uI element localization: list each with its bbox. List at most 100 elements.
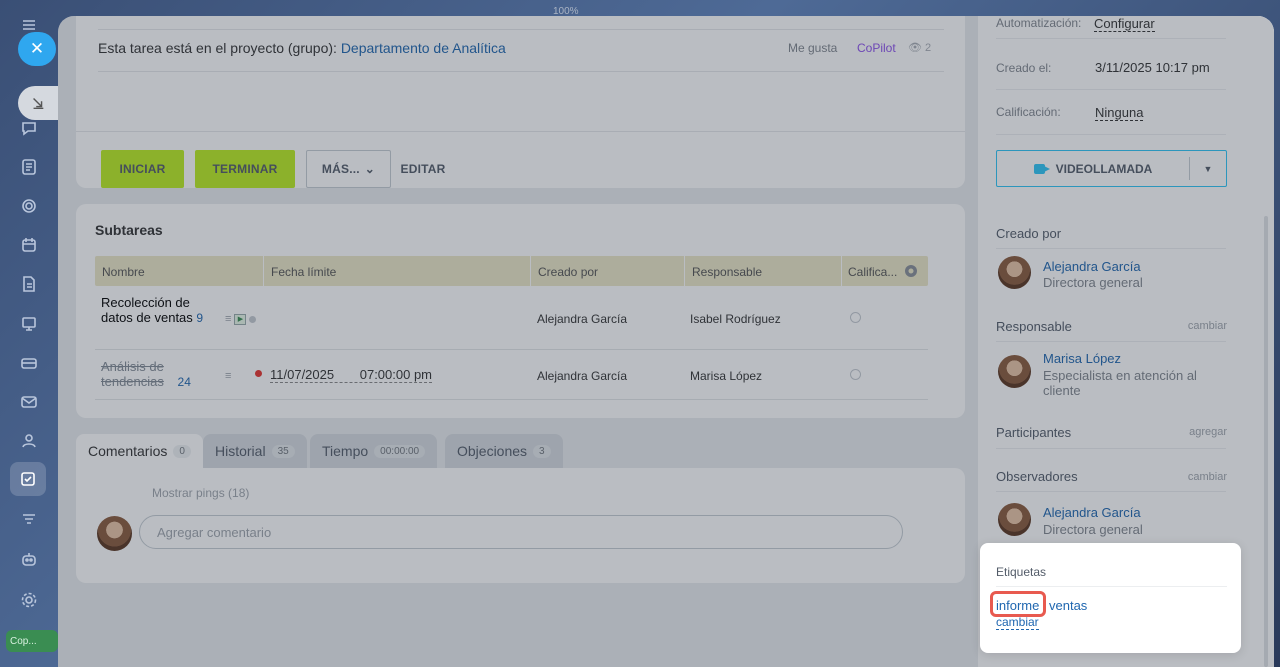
- tab-label: Historial: [215, 443, 266, 459]
- subtask-name[interactable]: Análisis de tendencias 24: [101, 359, 211, 390]
- menu-icon[interactable]: ≡: [225, 313, 231, 325]
- column-header-creator[interactable]: Creado por: [538, 265, 598, 279]
- automation-icon[interactable]: [18, 548, 40, 570]
- crm-icon[interactable]: [18, 509, 40, 531]
- tab-label: Tiempo: [322, 443, 369, 459]
- subtask-name-text: Recolección de datos de ventas: [101, 295, 193, 325]
- created-by-title: Creado por: [996, 226, 1062, 241]
- column-header-deadline[interactable]: Fecha límite: [271, 265, 336, 279]
- tasks-icon[interactable]: [10, 462, 46, 496]
- show-pings-link[interactable]: Mostrar pings (18): [152, 486, 249, 500]
- video-call-main[interactable]: VIDEOLLAMADA: [997, 162, 1189, 176]
- drive-icon[interactable]: [18, 352, 40, 374]
- copilot-button[interactable]: CoPilot: [857, 41, 896, 55]
- created-by-name[interactable]: Alejandra García: [1043, 259, 1141, 274]
- column-divider: [684, 256, 685, 286]
- column-divider: [841, 256, 842, 286]
- minimize-slider-button[interactable]: [18, 86, 58, 120]
- column-header-name[interactable]: Nombre: [102, 265, 145, 279]
- more-button[interactable]: MÁS... ⌄: [306, 150, 391, 188]
- automation-link[interactable]: Configurar: [1094, 16, 1155, 32]
- subtask-count[interactable]: 9: [196, 311, 203, 325]
- copilot-chip-label: Cop...: [10, 635, 37, 647]
- responsible-role: Especialista en atención al cliente: [1043, 368, 1197, 398]
- tab-comments[interactable]: Comentarios 0: [76, 434, 203, 468]
- responsible-change-link[interactable]: cambiar: [1178, 320, 1227, 332]
- close-slider-button[interactable]: ✕: [18, 32, 56, 66]
- divider: [76, 131, 965, 132]
- rating-value[interactable]: Ninguna: [1095, 105, 1144, 121]
- menu-icon[interactable]: ≡: [225, 370, 231, 382]
- tab-badge: 00:00:00: [374, 444, 426, 458]
- responsible-name[interactable]: Marisa López: [1043, 351, 1121, 366]
- observer-role: Directora general: [1043, 522, 1143, 537]
- gear-icon[interactable]: [903, 263, 919, 279]
- tab-label: Comentarios: [88, 443, 168, 459]
- avatar: [998, 503, 1031, 536]
- tag-ventas[interactable]: ventas: [1049, 598, 1087, 613]
- subtask-deadline[interactable]: 11/07/2025 07:00:00 pm: [270, 367, 433, 383]
- created-by-role: Directora general: [1043, 275, 1143, 290]
- created-value: 3/11/2025 10:17 pm: [1095, 60, 1210, 75]
- copilot-icon[interactable]: [18, 195, 40, 217]
- column-header-responsible[interactable]: Responsable: [692, 265, 762, 279]
- chat-icon[interactable]: [18, 117, 40, 139]
- boards-icon[interactable]: [18, 313, 40, 335]
- copilot-chip[interactable]: Cop...: [6, 630, 58, 652]
- participants-add-link[interactable]: agregar: [1178, 426, 1227, 438]
- subtask-creator[interactable]: Alejandra García: [537, 369, 627, 383]
- subtask-creator[interactable]: Alejandra García: [537, 312, 627, 326]
- divider: [996, 491, 1226, 492]
- contacts-icon[interactable]: [18, 430, 40, 452]
- automation-label: Automatización:: [996, 16, 1082, 30]
- subtask-responsible[interactable]: Marisa López: [690, 369, 762, 383]
- subtask-name[interactable]: Recolección de datos de ventas 9: [101, 295, 211, 326]
- tab-objections[interactable]: Objeciones 3: [445, 434, 563, 468]
- project-link[interactable]: Departamento de Analítica: [341, 40, 506, 56]
- documents-icon[interactable]: [18, 273, 40, 295]
- like-button[interactable]: Me gusta: [788, 41, 837, 55]
- finish-button[interactable]: TERMINAR: [195, 150, 295, 188]
- observer-name[interactable]: Alejandra García: [1043, 505, 1141, 520]
- mail-icon[interactable]: [18, 391, 40, 413]
- comments-card: Mostrar pings (18) Agregar comentario: [76, 468, 965, 583]
- video-call-button[interactable]: VIDEOLLAMADA ▼: [996, 150, 1227, 187]
- rating-circle[interactable]: [850, 312, 861, 323]
- tags-change-link[interactable]: cambiar: [996, 615, 1039, 630]
- video-call-label: VIDEOLLAMADA: [1055, 161, 1153, 176]
- overdue-indicator: [255, 370, 262, 377]
- subtask-count[interactable]: 24: [178, 375, 191, 389]
- deadline-time: 07:00:00 pm: [359, 367, 433, 382]
- feed-icon[interactable]: [18, 156, 40, 178]
- play-icon[interactable]: ▶: [234, 313, 247, 325]
- observers-title: Observadores: [996, 469, 1078, 484]
- tab-time[interactable]: Tiempo 00:00:00: [310, 434, 438, 468]
- calendar-icon[interactable]: [18, 234, 40, 256]
- more-label: MÁS...: [321, 162, 360, 176]
- start-button[interactable]: INICIAR: [101, 150, 184, 188]
- table-row[interactable]: Análisis de tendencias 24 ≡ 11/07/2025 0…: [95, 350, 928, 400]
- rating-circle[interactable]: [850, 369, 861, 380]
- tags-title: Etiquetas: [996, 565, 1047, 579]
- subtask-responsible[interactable]: Isabel Rodríguez: [690, 312, 781, 326]
- divider: [996, 38, 1226, 39]
- edit-button[interactable]: EDITAR: [394, 150, 452, 188]
- tab-history[interactable]: Historial 35: [203, 434, 307, 468]
- table-row[interactable]: Recolección de datos de ventas 9 ≡ ▶ Ale…: [95, 286, 928, 350]
- video-camera-icon: [1033, 163, 1050, 174]
- settings-icon[interactable]: [18, 589, 40, 611]
- participants-title: Participantes: [996, 425, 1072, 440]
- status-dot: [249, 315, 257, 323]
- tab-badge: 0: [173, 444, 191, 458]
- chevron-down-icon[interactable]: ▼: [1190, 164, 1226, 174]
- subtasks-card: Subtareas Nombre Fecha límite Creado por…: [76, 204, 965, 418]
- close-icon: ✕: [29, 39, 45, 58]
- divider: [996, 248, 1226, 249]
- scrollbar[interactable]: [1264, 216, 1268, 667]
- views-count: 2: [925, 42, 932, 54]
- observers-change-link[interactable]: cambiar: [1178, 471, 1227, 483]
- column-header-rating[interactable]: Califica...: [848, 265, 897, 279]
- tags-card: Etiquetas informe ventas cambiar: [980, 543, 1241, 653]
- comment-input[interactable]: Agregar comentario: [139, 515, 903, 549]
- column-divider: [263, 256, 264, 286]
